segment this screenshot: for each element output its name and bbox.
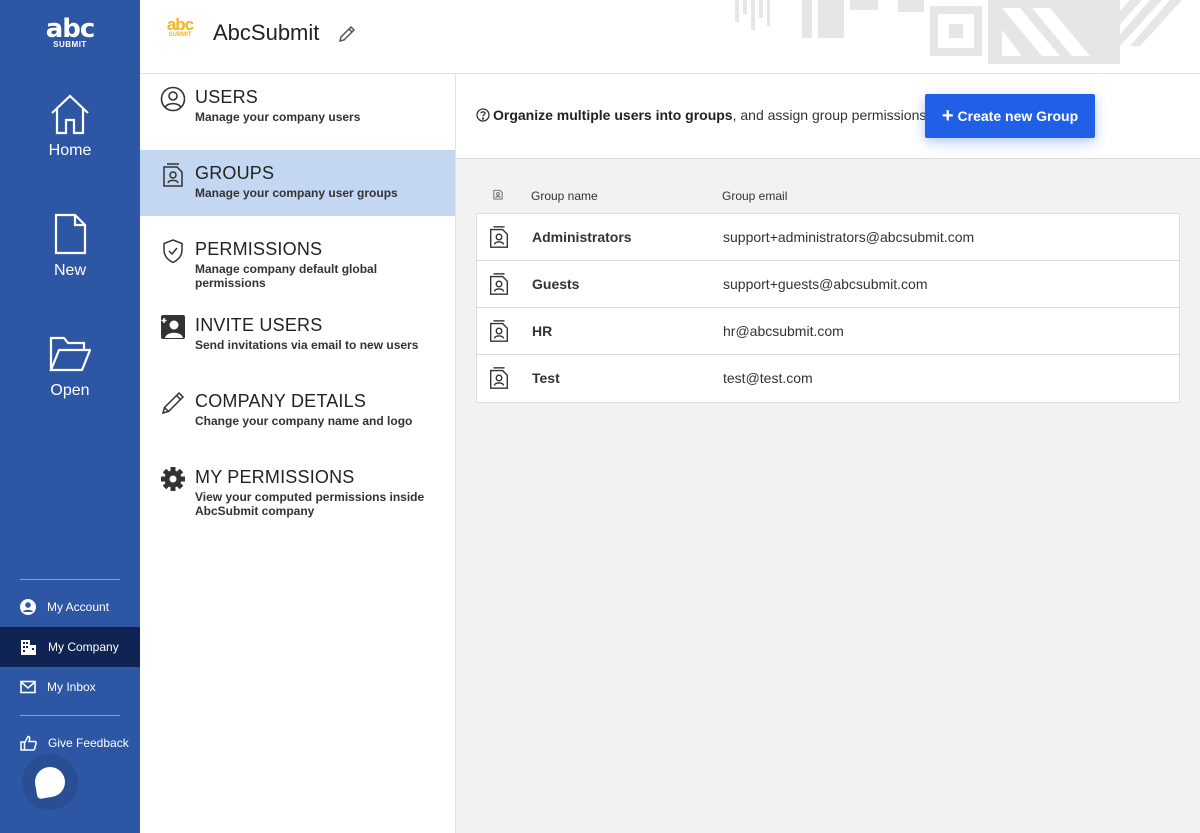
settings-item-description: Manage your company users [195, 110, 361, 124]
rail-link-my-account[interactable]: My Account [0, 587, 140, 627]
group-name: Test [532, 370, 560, 386]
group-email: support+guests@abcsubmit.com [723, 276, 928, 292]
create-new-group-button[interactable]: + Create new Group [925, 94, 1095, 138]
group-contact-icon [163, 163, 183, 187]
column-header-group-name[interactable]: Group name [531, 189, 598, 203]
rail-nav-home[interactable]: Home [0, 92, 140, 208]
groups-toolbar: Organize multiple users into groups, and… [456, 74, 1200, 159]
settings-item-description: Change your company name and logo [195, 414, 413, 428]
shield-check-icon [163, 239, 183, 264]
table-row[interactable]: Administrators support+administrators@ab… [477, 214, 1179, 261]
left-rail: abc SUBMIT Home New Open My Account My C… [0, 0, 140, 833]
settings-item-invite-users[interactable]: INVITE USERS Send invitations via email … [140, 302, 455, 368]
settings-item-my-permissions[interactable]: MY PERMISSIONS View your computed permis… [140, 454, 455, 520]
group-email: hr@abcsubmit.com [723, 323, 844, 339]
rail-nav-label: New [53, 262, 86, 279]
logo-text: abc [45, 14, 96, 44]
company-logo: abc SUBMIT [162, 15, 198, 38]
chat-widget-button[interactable] [22, 754, 78, 810]
group-name: Administrators [532, 229, 632, 245]
user-circle-icon [160, 86, 186, 112]
create-new-group-label: Create new Group [957, 108, 1079, 124]
settings-item-description: View your computed permissions inside Ab… [195, 490, 425, 518]
group-name: Guests [532, 276, 580, 292]
top-header: abc SUBMIT AbcSubmit [140, 0, 1200, 74]
groups-info-text: Organize multiple users into groups, and… [476, 107, 930, 123]
pencil-icon [338, 25, 356, 43]
new-file-icon [54, 213, 87, 255]
app-logo[interactable]: abc SUBMIT [0, 14, 140, 49]
groups-main-panel: Organize multiple users into groups, and… [456, 74, 1200, 833]
company-icon [21, 640, 36, 655]
group-contact-icon [490, 320, 508, 342]
rail-divider [20, 715, 120, 716]
group-contact-icon [490, 273, 508, 295]
rail-nav-new[interactable]: New [0, 212, 140, 328]
group-name: HR [532, 323, 553, 339]
group-contact-icon [493, 189, 503, 200]
plus-icon: + [941, 105, 954, 127]
inbox-icon [20, 680, 36, 694]
rail-link-my-company[interactable]: My Company [0, 627, 140, 667]
settings-item-users[interactable]: USERS Manage your company users [140, 74, 455, 140]
settings-item-groups[interactable]: GROUPS Manage your company user groups [140, 150, 455, 216]
rail-nav-label: Open [50, 382, 90, 399]
rail-nav-open[interactable]: Open [0, 332, 140, 448]
edit-company-name-button[interactable] [338, 25, 356, 48]
settings-item-description: Manage company default global permission… [195, 262, 378, 290]
table-row[interactable]: Guests support+guests@abcsubmit.com [477, 261, 1179, 308]
rail-link-my-inbox[interactable]: My Inbox [0, 667, 140, 707]
header-decoration-pattern [735, 0, 1182, 64]
rail-nav-label: Home [48, 142, 92, 159]
chat-bubble-icon [32, 764, 68, 800]
groups-info-bold: Organize multiple users into groups [493, 107, 733, 123]
table-row[interactable]: HR hr@abcsubmit.com [477, 308, 1179, 355]
settings-item-company-details[interactable]: COMPANY DETAILS Change your company name… [140, 378, 455, 444]
settings-item-title: GROUPS [195, 163, 275, 183]
company-logo-text: abc [166, 15, 194, 34]
group-email: test@test.com [723, 370, 813, 386]
rail-divider [20, 579, 120, 580]
gear-icon [161, 467, 185, 491]
table-row[interactable]: Test test@test.com [477, 355, 1179, 402]
rail-link-give-feedback[interactable]: Give Feedback [0, 723, 140, 763]
groups-table-header: Group name Group email [476, 185, 1180, 205]
settings-item-title: USERS [195, 87, 259, 107]
rail-link-label: My Inbox [47, 680, 96, 694]
home-icon [51, 94, 89, 135]
rail-link-label: Give Feedback [48, 736, 129, 750]
company-settings-sidebar: USERS Manage your company users GROUPS M… [140, 74, 456, 833]
group-contact-icon [490, 226, 508, 248]
settings-item-description: Send invitations via email to new users [195, 338, 419, 352]
rail-link-label: My Account [47, 600, 110, 614]
group-contact-icon [490, 367, 508, 389]
settings-item-title: COMPANY DETAILS [195, 391, 367, 411]
folder-open-icon [49, 336, 91, 372]
group-email: support+administrators@abcsubmit.com [723, 229, 975, 245]
logo-subtext: SUBMIT [53, 40, 87, 49]
settings-item-title: INVITE USERS [195, 315, 323, 335]
rail-nav: Home New Open [0, 88, 140, 448]
help-circle-icon [476, 108, 490, 122]
column-header-group-email[interactable]: Group email [722, 189, 787, 203]
thumbs-up-icon [20, 735, 37, 751]
settings-item-title: MY PERMISSIONS [195, 467, 355, 487]
settings-item-description: Manage your company user groups [195, 186, 398, 200]
rail-link-label: My Company [48, 640, 119, 654]
settings-item-title: PERMISSIONS [195, 239, 323, 259]
account-icon [20, 599, 36, 615]
settings-item-permissions[interactable]: PERMISSIONS Manage company default globa… [140, 226, 455, 292]
groups-table: Administrators support+administrators@ab… [476, 213, 1180, 403]
groups-info-rest: , and assign group permissions. [732, 107, 931, 123]
pencil-icon [161, 391, 185, 415]
invite-user-icon [161, 315, 185, 339]
company-name-title: AbcSubmit [213, 20, 320, 45]
